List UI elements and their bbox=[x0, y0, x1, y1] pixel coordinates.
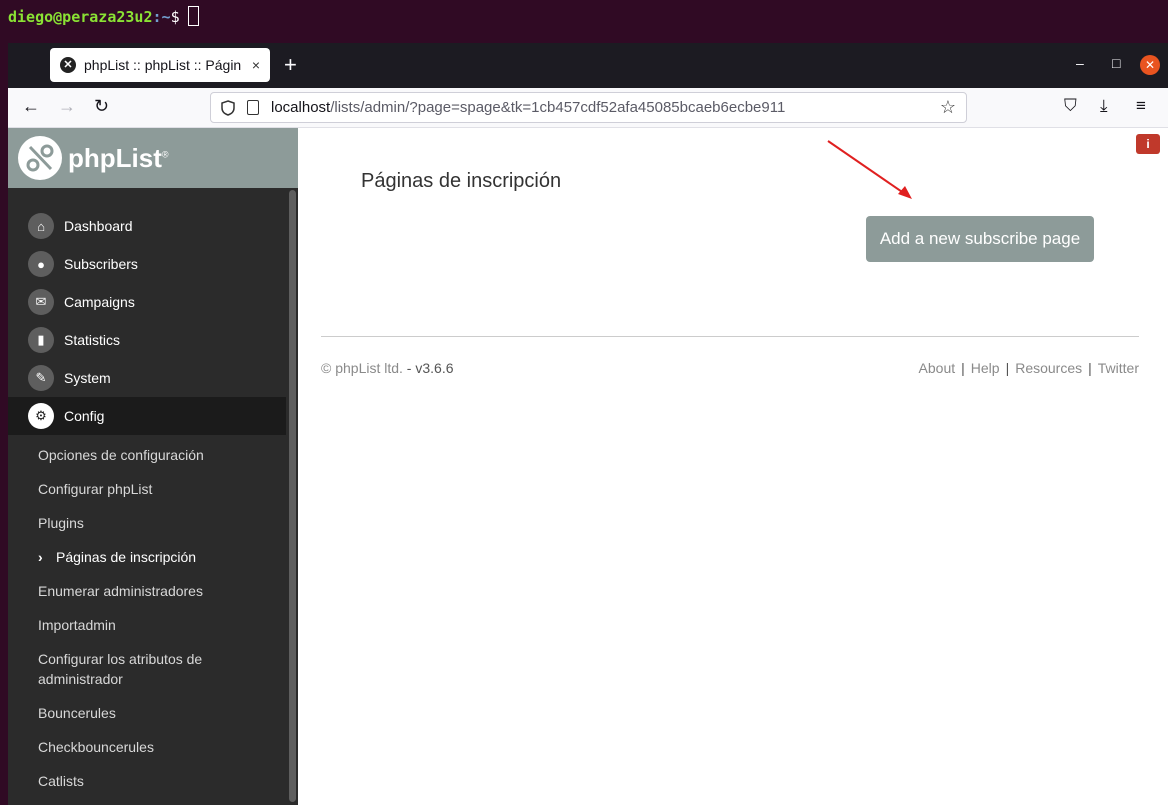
phplist-favicon-icon: ✕ bbox=[60, 57, 76, 73]
gear-icon: ⚙ bbox=[28, 403, 54, 429]
envelope-icon: ✉ bbox=[28, 289, 54, 315]
add-subscribe-page-button[interactable]: Add a new subscribe page bbox=[866, 216, 1094, 262]
version-text: - v3.6.6 bbox=[402, 360, 454, 376]
user-icon: ● bbox=[28, 251, 54, 277]
bar-chart-icon: ▮ bbox=[28, 327, 54, 353]
footer-link-help[interactable]: Help bbox=[971, 360, 1000, 376]
footer-copyright: © phpList ltd. - v3.6.6 bbox=[321, 360, 454, 376]
footer-link-twitter[interactable]: Twitter bbox=[1098, 360, 1139, 376]
config-submenu: Opciones de configuración Configurar php… bbox=[8, 445, 298, 791]
back-icon[interactable]: ← bbox=[22, 96, 40, 117]
submenu-item-atributos-admin[interactable]: Configurar los atributos de administrado… bbox=[8, 649, 286, 689]
copyright-link[interactable]: © phpList ltd. bbox=[321, 360, 403, 376]
annotation-arrow bbox=[827, 140, 912, 199]
footer-separator: | bbox=[1005, 360, 1010, 376]
logo[interactable]: phpList® bbox=[8, 128, 298, 188]
page-info-icon[interactable] bbox=[247, 100, 259, 115]
submenu-item-plugins[interactable]: Plugins bbox=[8, 513, 286, 533]
url-path: /lists/admin/?page=spage&tk=1cb457cdf52a… bbox=[330, 99, 786, 116]
terminal: diego@peraza23u2:~$ bbox=[0, 0, 1168, 44]
terminal-user-host: diego@peraza23u2 bbox=[8, 8, 153, 26]
browser-tab[interactable]: ✕ phpList :: phpList :: Págin × bbox=[50, 48, 270, 82]
window-close-button[interactable]: ✕ bbox=[1140, 55, 1160, 75]
menu-item-campaigns[interactable]: ✉ Campaigns bbox=[8, 283, 286, 321]
footer-links: About | Help | Resources | Twitter bbox=[919, 360, 1139, 376]
footer-link-resources[interactable]: Resources bbox=[1015, 360, 1082, 376]
reload-icon[interactable]: ↻ bbox=[94, 96, 109, 117]
shield-icon[interactable] bbox=[221, 99, 235, 116]
submenu-item-catlists[interactable]: Catlists bbox=[8, 771, 286, 791]
submenu-item-bouncerules[interactable]: Bouncerules bbox=[8, 703, 286, 723]
navigation-toolbar: ← → ↻ localhost/lists/admin/?page=spage&… bbox=[8, 88, 1168, 128]
info-icon[interactable]: i bbox=[1136, 134, 1160, 154]
main-menu: ⌂ Dashboard ● Subscribers ✉ Campaigns ▮ … bbox=[8, 207, 298, 435]
maximize-icon[interactable]: □ bbox=[1112, 55, 1120, 71]
submenu-item-checkbouncerules[interactable]: Checkbouncerules bbox=[8, 737, 286, 757]
home-icon: ⌂ bbox=[28, 213, 54, 239]
menu-item-dashboard[interactable]: ⌂ Dashboard bbox=[8, 207, 286, 245]
download-icon[interactable]: ⤓ bbox=[1100, 96, 1108, 116]
footer-link-about[interactable]: About bbox=[919, 360, 956, 376]
menu-icon[interactable]: ≡ bbox=[1136, 96, 1146, 116]
menu-item-label: Statistics bbox=[64, 332, 121, 348]
footer-separator: | bbox=[1088, 360, 1092, 376]
submenu-item-paginas-inscripcion[interactable]: › Páginas de inscripción bbox=[8, 547, 286, 567]
menu-item-label: System bbox=[64, 370, 111, 386]
menu-item-label: Config bbox=[64, 408, 105, 424]
menu-item-label: Subscribers bbox=[64, 256, 138, 272]
menu-item-label: Campaigns bbox=[64, 294, 135, 310]
submenu-item-configurar-phplist[interactable]: Configurar phpList bbox=[8, 479, 286, 499]
sidebar: phpList® ⌂ Dashboard ● Subscribers ✉ Cam… bbox=[8, 128, 298, 805]
sidebar-scrollbar[interactable] bbox=[289, 190, 296, 802]
footer-separator: | bbox=[961, 360, 965, 376]
new-tab-button[interactable]: + bbox=[284, 52, 297, 78]
minimize-icon[interactable]: – bbox=[1076, 55, 1084, 71]
menu-item-statistics[interactable]: ▮ Statistics bbox=[8, 321, 286, 359]
url-bar[interactable]: localhost/lists/admin/?page=spage&tk=1cb… bbox=[210, 92, 967, 123]
submenu-item-opciones[interactable]: Opciones de configuración bbox=[8, 445, 286, 465]
tab-bar: ✕ phpList :: phpList :: Págin × + – □ ✕ bbox=[8, 43, 1168, 88]
logo-text: phpList® bbox=[68, 142, 169, 173]
main-content: i Páginas de inscripción Add a new subsc… bbox=[298, 128, 1168, 805]
page: phpList® ⌂ Dashboard ● Subscribers ✉ Cam… bbox=[8, 128, 1168, 805]
tab-title: phpList :: phpList :: Págin bbox=[84, 57, 242, 73]
terminal-cursor bbox=[187, 6, 199, 26]
submenu-item-label: Páginas de inscripción bbox=[56, 549, 197, 565]
menu-item-subscribers[interactable]: ● Subscribers bbox=[8, 245, 286, 283]
url-host: localhost bbox=[271, 99, 331, 116]
submenu-item-enumerar-admins[interactable]: Enumerar administradores bbox=[8, 581, 286, 601]
terminal-prompt: $ bbox=[170, 8, 180, 26]
browser-window: ✕ phpList :: phpList :: Págin × + – □ ✕ … bbox=[8, 43, 1168, 805]
submenu-item-importadmin[interactable]: Importadmin bbox=[8, 615, 286, 635]
menu-item-config[interactable]: ⚙ Config bbox=[8, 397, 286, 435]
menu-item-system[interactable]: ✎ System bbox=[8, 359, 286, 397]
forward-icon[interactable]: → bbox=[58, 96, 76, 117]
tab-close-icon[interactable]: × bbox=[252, 57, 260, 73]
terminal-path: :~ bbox=[152, 8, 171, 26]
chevron-right-icon: › bbox=[38, 549, 43, 565]
page-title: Páginas de inscripción bbox=[361, 170, 562, 192]
wrench-icon: ✎ bbox=[28, 365, 54, 391]
pocket-icon[interactable]: ⛉ bbox=[1064, 96, 1077, 116]
footer-divider bbox=[321, 336, 1139, 337]
bookmark-star-icon[interactable]: ☆ bbox=[940, 97, 956, 118]
menu-item-label: Dashboard bbox=[64, 218, 133, 234]
phplist-logo-icon bbox=[18, 136, 62, 180]
